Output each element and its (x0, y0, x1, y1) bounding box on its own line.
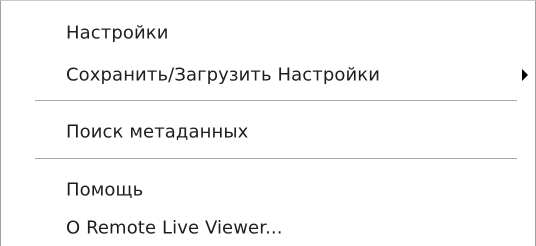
chevron-right-icon (522, 69, 528, 81)
menu-item-label: Помощь (66, 179, 144, 201)
menu-item-settings[interactable]: Настройки (1, 15, 535, 51)
menu-item-about[interactable]: О Remote Live Viewer... (1, 210, 535, 246)
menu-item-label: Сохранить/Загрузить Настройки (66, 64, 381, 86)
menu-item-metadata-search[interactable]: Поиск метаданных (1, 114, 535, 150)
context-menu: Настройки Сохранить/Загрузить Настройки … (0, 0, 536, 246)
menu-item-label: Поиск метаданных (66, 121, 249, 143)
menu-item-save-load-settings[interactable]: Сохранить/Загрузить Настройки (1, 57, 535, 93)
menu-item-help[interactable]: Помощь (1, 172, 535, 208)
menu-item-label: Настройки (66, 22, 169, 44)
menu-separator (35, 158, 517, 159)
menu-item-label: О Remote Live Viewer... (66, 217, 283, 239)
menu-separator (35, 100, 517, 101)
